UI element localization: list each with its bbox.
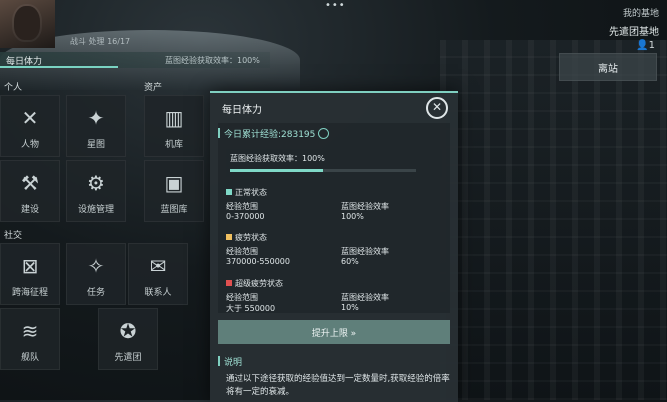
hammer-icon: ⚒ — [21, 171, 39, 195]
section-personal: 个人 — [4, 83, 23, 93]
expedition-icon: ⊠ — [21, 254, 39, 278]
state-name: 疲劳状态 — [226, 232, 267, 243]
exp-rate-text: 蓝图经验获取效率：100% — [165, 56, 260, 65]
state-color-swatch — [226, 280, 232, 286]
task-icon: ✧ — [87, 254, 105, 278]
tile-6[interactable]: ▣ 蓝图库 — [144, 160, 204, 222]
rate-track — [230, 169, 416, 172]
state-name: 正常状态 — [226, 187, 267, 198]
exp-total-header: 今日累计经验:283195 — [217, 127, 330, 140]
state-name-text: 超级疲劳状态 — [235, 279, 283, 288]
note-text: 通过以下途径获取的经验值达到一定数量时,获取经验的倍率将有一定的衰减。 — [226, 374, 450, 397]
rate-fill — [230, 169, 323, 172]
eff-label: 蓝图经验效率 — [341, 202, 389, 211]
tile-4[interactable]: ⚒ 建设 — [0, 160, 60, 222]
eff-label: 蓝图经验效率 — [341, 247, 389, 256]
eff-value: 60% — [341, 257, 359, 266]
state-color-swatch — [226, 189, 232, 195]
tile-label: 联系人 — [144, 288, 172, 298]
tile-label: 设施管理 — [77, 205, 114, 215]
exp-total-label: 今日累计经验:283195 — [224, 130, 316, 140]
range-label: 经验范围 — [226, 247, 258, 256]
rate-label: 蓝图经验获取效率：100% — [230, 154, 325, 163]
range-label: 经验范围 — [226, 202, 258, 211]
tile-label: 建设 — [20, 205, 39, 215]
avatar[interactable] — [0, 0, 55, 48]
range-label: 经验范围 — [226, 293, 258, 302]
raise-limit-button[interactable]: 提升上限 » — [218, 320, 450, 344]
person-icon: ✕ — [21, 106, 39, 130]
tile-label: 先遣团 — [114, 353, 142, 363]
section-social: 社交 — [4, 231, 23, 241]
facility-icon: ⚙ — [87, 171, 105, 195]
eff-value: 100% — [341, 212, 364, 221]
more-icon[interactable]: ••• — [325, 0, 346, 11]
hangar-icon: ▥ — [164, 106, 184, 130]
tile-1[interactable]: ✕ 人物 — [0, 95, 60, 157]
state-name-text: 疲劳状态 — [235, 233, 267, 242]
tile-label: 跨海征程 — [11, 288, 48, 298]
fleet-icon: ≋ — [21, 319, 39, 343]
eye-icon[interactable] — [318, 128, 330, 139]
tile-8[interactable]: ✧ 任务 — [66, 243, 126, 305]
vanguard-icon: ✪ — [119, 319, 137, 343]
tile-label: 蓝图库 — [160, 205, 188, 215]
tile-2[interactable]: ✦ 星图 — [66, 95, 126, 157]
star-map-icon: ✦ — [87, 106, 105, 130]
state-name: 超级疲劳状态 — [226, 278, 283, 289]
tile-label: 舰队 — [20, 353, 39, 363]
daily-stamina-dialog: 每日体力 ✕ 今日累计经验:283195 蓝图经验获取效率：100% 正常状态经… — [210, 91, 458, 402]
tile-label: 星图 — [86, 140, 105, 150]
tile-11[interactable]: ✪ 先遣团 — [98, 308, 158, 370]
tile-3[interactable]: ▥ 机库 — [144, 95, 204, 157]
eff-label: 蓝图经验效率 — [341, 293, 389, 302]
dialog-title: 每日体力 — [222, 105, 262, 116]
tile-label: 任务 — [86, 288, 105, 298]
base-info-line1: 我的基地 — [622, 9, 659, 19]
tile-label: 人物 — [20, 140, 39, 150]
base-name: 先遣团基地 — [609, 27, 659, 38]
state-name-text: 正常状态 — [235, 188, 267, 197]
range-value: 0-370000 — [226, 212, 265, 221]
tile-label: 机库 — [164, 140, 183, 150]
range-value: 大于 550000 — [226, 304, 276, 313]
tile-5[interactable]: ⚙ 设施管理 — [66, 160, 126, 222]
people-icon[interactable]: 👤1 — [636, 40, 655, 51]
contacts-icon: ✉ — [149, 254, 167, 278]
exp-progress-bar — [0, 66, 118, 68]
base-info: 我的基地 先遣团基地 — [609, 6, 659, 38]
rate-box: 蓝图经验获取效率：100% — [226, 149, 442, 177]
state-color-swatch — [226, 234, 232, 240]
tile-10[interactable]: ≋ 舰队 — [0, 308, 60, 370]
tile-9[interactable]: ✉ 联系人 — [128, 243, 188, 305]
tile-7[interactable]: ⊠ 跨海征程 — [0, 243, 60, 305]
section-assets: 资产 — [144, 83, 163, 93]
leave-station-button[interactable]: 离站 — [559, 53, 657, 81]
daily-stamina-strip[interactable]: 每日体力 蓝图经验获取效率：100% — [0, 52, 270, 68]
close-icon[interactable]: ✕ — [426, 97, 448, 119]
range-value: 370000-550000 — [226, 257, 290, 266]
blueprint-icon: ▣ — [164, 171, 184, 195]
background-city — [440, 40, 667, 400]
rank-status: 战斗 处理 16/17 — [70, 37, 131, 46]
eff-value: 10% — [341, 303, 359, 312]
note-title: 说明 — [217, 355, 242, 368]
